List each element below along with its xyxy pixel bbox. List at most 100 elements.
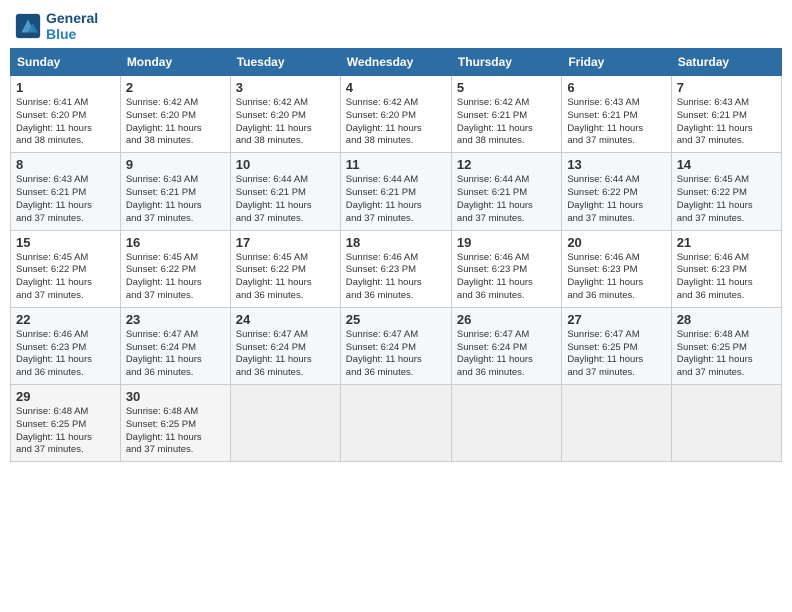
calendar-cell: 6Sunrise: 6:43 AMSunset: 6:21 PMDaylight… [562,76,671,153]
calendar-week-row: 29Sunrise: 6:48 AMSunset: 6:25 PMDayligh… [11,385,782,462]
day-number: 28 [677,312,776,327]
day-info: Sunrise: 6:44 AMSunset: 6:22 PMDaylight:… [567,174,665,225]
day-number: 7 [677,80,776,95]
header: General Blue [10,10,782,42]
day-info: Sunrise: 6:47 AMSunset: 6:24 PMDaylight:… [126,329,225,380]
calendar-cell: 19Sunrise: 6:46 AMSunset: 6:23 PMDayligh… [451,230,561,307]
day-number: 15 [16,235,115,250]
day-info: Sunrise: 6:42 AMSunset: 6:20 PMDaylight:… [236,97,335,148]
day-number: 13 [567,157,665,172]
day-info: Sunrise: 6:45 AMSunset: 6:22 PMDaylight:… [677,174,776,225]
day-number: 27 [567,312,665,327]
day-info: Sunrise: 6:42 AMSunset: 6:21 PMDaylight:… [457,97,556,148]
logo-icon [14,12,42,40]
calendar-cell: 21 Sunrise: 6:46 AMSunset: 6:23 PMDayligh… [671,230,781,307]
calendar-cell [340,385,451,462]
calendar-cell: 1 Sunrise: 6:41 AMSunset: 6:20 PMDaylight… [11,76,121,153]
day-info: Sunrise: 6:46 AMSunset: 6:23 PMDaylight:… [16,329,115,380]
day-info: Sunrise: 6:46 AMSunset: 6:23 PMDaylight:… [457,252,556,303]
calendar-cell [562,385,671,462]
day-number: 1 [16,80,115,95]
day-info: Sunrise: 6:47 AMSunset: 6:25 PMDaylight:… [567,329,665,380]
day-number: 24 [236,312,335,327]
calendar-cell: 11 Sunrise: 6:44 AMSunset: 6:21 PMDayligh… [340,153,451,230]
calendar-cell: 12 Sunrise: 6:44 AMSunset: 6:21 PMDayligh… [451,153,561,230]
calendar-table: SundayMondayTuesdayWednesdayThursdayFrid… [10,48,782,462]
calendar-week-row: 15 Sunrise: 6:45 AMSunset: 6:22 PMDayligh… [11,230,782,307]
calendar-cell: 23 Sunrise: 6:47 AMSunset: 6:24 PMDayligh… [120,307,230,384]
calendar-cell: 9 Sunrise: 6:43 AMSunset: 6:21 PMDaylight… [120,153,230,230]
day-info: Sunrise: 6:44 AMSunset: 6:21 PMDaylight:… [457,174,556,225]
weekday-header-saturday: Saturday [671,49,781,76]
calendar-cell [671,385,781,462]
day-info: Sunrise: 6:48 AMSunset: 6:25 PMDaylight:… [677,329,776,380]
day-number: 16 [126,235,225,250]
day-number: 21 [677,235,776,250]
calendar-cell: 18 Sunrise: 6:46 AMSunset: 6:23 PMDayligh… [340,230,451,307]
day-info: Sunrise: 6:46 AMSunset: 6:23 PMDaylight:… [677,252,776,303]
calendar-cell: 17 Sunrise: 6:45 AMSunset: 6:22 PMDayligh… [230,230,340,307]
day-info: Sunrise: 6:44 AMSunset: 6:21 PMDaylight:… [346,174,446,225]
day-info: Sunrise: 6:44 AMSunset: 6:21 PMDaylight:… [236,174,335,225]
calendar-cell: 24 Sunrise: 6:47 AMSunset: 6:24 PMDayligh… [230,307,340,384]
calendar-cell [451,385,561,462]
calendar-cell: 8 Sunrise: 6:43 AMSunset: 6:21 PMDaylight… [11,153,121,230]
day-info: Sunrise: 6:47 AMSunset: 6:24 PMDaylight:… [236,329,335,380]
day-info: Sunrise: 6:42 AMSunset: 6:20 PMDaylight:… [346,97,446,148]
weekday-header-monday: Monday [120,49,230,76]
day-info: Sunrise: 6:45 AMSunset: 6:22 PMDaylight:… [236,252,335,303]
day-info: Sunrise: 6:45 AMSunset: 6:22 PMDaylight:… [16,252,115,303]
day-info: Sunrise: 6:46 AMSunset: 6:23 PMDaylight:… [567,252,665,303]
calendar-cell: 3 Sunrise: 6:42 AMSunset: 6:20 PMDaylight… [230,76,340,153]
day-info: Sunrise: 6:47 AMSunset: 6:24 PMDaylight:… [457,329,556,380]
day-number: 4 [346,80,446,95]
calendar-cell: 27 Sunrise: 6:47 AMSunset: 6:25 PMDayligh… [562,307,671,384]
day-number: 20 [567,235,665,250]
day-info: Sunrise: 6:45 AMSunset: 6:22 PMDaylight:… [126,252,225,303]
day-number: 8 [16,157,115,172]
calendar-cell: 26 Sunrise: 6:47 AMSunset: 6:24 PMDayligh… [451,307,561,384]
day-number: 30 [126,389,225,404]
day-number: 14 [677,157,776,172]
day-number: 11 [346,157,446,172]
calendar-cell: 25 Sunrise: 6:47 AMSunset: 6:24 PMDayligh… [340,307,451,384]
day-number: 17 [236,235,335,250]
day-number: 18 [346,235,446,250]
weekday-header-row: SundayMondayTuesdayWednesdayThursdayFrid… [11,49,782,76]
day-info: Sunrise: 6:42 AMSunset: 6:20 PMDaylight:… [126,97,225,148]
calendar-cell: 29Sunrise: 6:48 AMSunset: 6:25 PMDayligh… [11,385,121,462]
day-info: Sunrise: 6:46 AMSunset: 6:23 PMDaylight:… [346,252,446,303]
weekday-header-wednesday: Wednesday [340,49,451,76]
calendar-cell: 4 Sunrise: 6:42 AMSunset: 6:20 PMDaylight… [340,76,451,153]
logo: General Blue [14,10,98,42]
day-info: Sunrise: 6:43 AMSunset: 6:21 PMDaylight:… [126,174,225,225]
weekday-header-sunday: Sunday [11,49,121,76]
logo-text: General Blue [46,10,98,42]
calendar-cell: 16 Sunrise: 6:45 AMSunset: 6:22 PMDayligh… [120,230,230,307]
day-number: 2 [126,80,225,95]
calendar-cell [230,385,340,462]
weekday-header-friday: Friday [562,49,671,76]
calendar-week-row: 22Sunrise: 6:46 AMSunset: 6:23 PMDayligh… [11,307,782,384]
day-info: Sunrise: 6:41 AMSunset: 6:20 PMDaylight:… [16,97,115,148]
calendar-week-row: 8 Sunrise: 6:43 AMSunset: 6:21 PMDaylight… [11,153,782,230]
day-number: 5 [457,80,556,95]
calendar-cell: 14 Sunrise: 6:45 AMSunset: 6:22 PMDayligh… [671,153,781,230]
day-info: Sunrise: 6:47 AMSunset: 6:24 PMDaylight:… [346,329,446,380]
day-number: 23 [126,312,225,327]
calendar-cell: 7 Sunrise: 6:43 AMSunset: 6:21 PMDaylight… [671,76,781,153]
calendar-cell: 20 Sunrise: 6:46 AMSunset: 6:23 PMDayligh… [562,230,671,307]
day-number: 25 [346,312,446,327]
day-number: 12 [457,157,556,172]
calendar-cell: 15 Sunrise: 6:45 AMSunset: 6:22 PMDayligh… [11,230,121,307]
day-number: 10 [236,157,335,172]
day-number: 26 [457,312,556,327]
day-number: 6 [567,80,665,95]
day-info: Sunrise: 6:43 AMSunset: 6:21 PMDaylight:… [677,97,776,148]
calendar-cell: 10 Sunrise: 6:44 AMSunset: 6:21 PMDayligh… [230,153,340,230]
calendar-cell: 30Sunrise: 6:48 AMSunset: 6:25 PMDayligh… [120,385,230,462]
weekday-header-tuesday: Tuesday [230,49,340,76]
day-number: 3 [236,80,335,95]
day-info: Sunrise: 6:43 AMSunset: 6:21 PMDaylight:… [16,174,115,225]
day-number: 9 [126,157,225,172]
